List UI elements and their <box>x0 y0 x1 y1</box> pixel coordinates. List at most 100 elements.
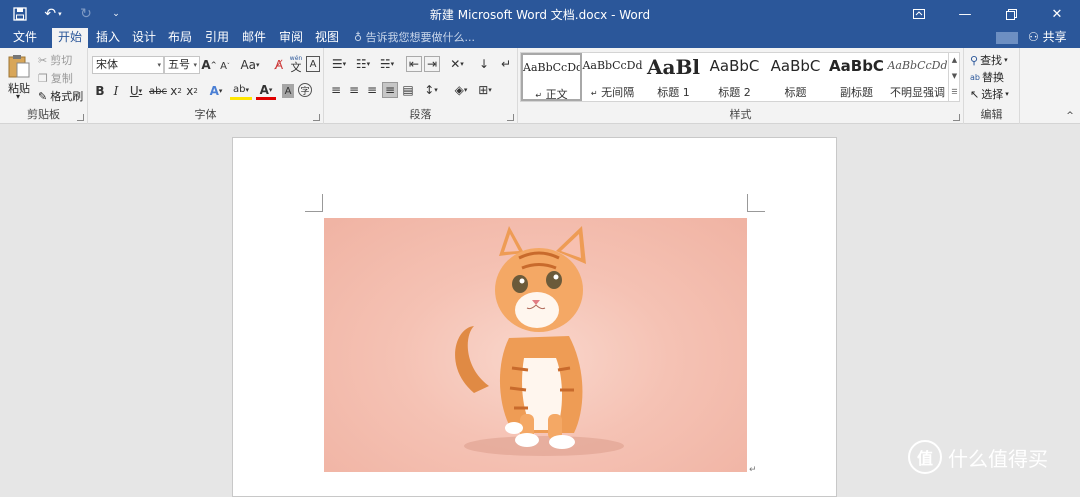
font-name-combo[interactable]: 宋体 ▾ <box>92 56 164 74</box>
editing-group-label: 编辑 <box>980 108 1003 121</box>
style-heading-2[interactable]: AaBbC 标题 2 <box>704 53 765 101</box>
style-name: 标题 1 <box>657 86 690 99</box>
enclose-characters-icon[interactable]: 字 <box>298 83 312 97</box>
change-case-label: Aa <box>240 58 257 72</box>
highlight-icon[interactable]: ab ▾ <box>230 82 252 100</box>
inline-picture[interactable] <box>324 218 747 472</box>
paste-dropdown-icon[interactable]: ▾ <box>16 92 20 101</box>
align-right-icon[interactable]: ≡ <box>364 82 380 98</box>
clipboard-launcher-icon[interactable] <box>77 114 84 121</box>
phonetic-guide-icon[interactable]: wén 文 <box>288 52 304 74</box>
character-shading-icon[interactable]: A <box>282 84 294 98</box>
para-mark: ↵ <box>590 89 598 98</box>
style-normal[interactable]: AaBbCcDd ↵ 正文 <box>521 53 582 101</box>
document-page[interactable]: ↵ <box>232 137 837 497</box>
style-name-wrap: ↵ 无间隔 <box>582 84 643 100</box>
chevron-down-icon[interactable]: ▾ <box>193 57 197 73</box>
tab-references[interactable]: 引用 <box>199 28 235 48</box>
format-painter-label: 格式刷 <box>50 90 84 103</box>
italic-icon[interactable]: I <box>110 82 122 100</box>
character-border-icon[interactable]: A <box>306 56 320 72</box>
account-avatar[interactable] <box>996 32 1018 44</box>
minimize-icon[interactable]: — <box>942 0 988 28</box>
shading-icon[interactable]: ◈ ▾ <box>450 82 472 98</box>
styles-group-label: 样式 <box>729 108 752 121</box>
show-formatting-marks-icon[interactable]: ↵ <box>498 56 514 72</box>
numbering-icon[interactable]: ☷ ▾ <box>352 56 374 72</box>
collapse-ribbon-icon[interactable]: ^ <box>1064 110 1076 122</box>
clear-formatting-icon[interactable]: A̸ <box>272 56 286 74</box>
distributed-icon[interactable]: ▤ <box>400 82 416 98</box>
watermark-logo: 值 <box>908 440 942 474</box>
magnifier-icon: ⚲ <box>970 53 979 67</box>
gallery-more-icon[interactable]: ☰ <box>949 84 960 100</box>
tab-design[interactable]: 设计 <box>126 28 162 48</box>
increase-indent-icon[interactable]: ⇥ <box>424 56 440 72</box>
tab-home[interactable]: 开始 <box>52 28 88 48</box>
restore-icon[interactable] <box>988 0 1034 28</box>
style-heading-1[interactable]: AaBl 标题 1 <box>643 53 704 101</box>
gallery-up-icon[interactable]: ▲ <box>949 52 960 68</box>
font-launcher-icon[interactable] <box>313 114 320 121</box>
style-subtle-emphasis[interactable]: AaBbCcDd 不明显强调 <box>887 53 948 101</box>
select-button[interactable]: ↖ 选择 ▾ <box>970 86 1009 102</box>
justify-icon[interactable]: ≡ <box>382 82 398 98</box>
tab-review[interactable]: 审阅 <box>273 28 309 48</box>
tab-file[interactable]: 文件 <box>4 28 46 48</box>
font-size-combo[interactable]: 五号 ▾ <box>164 56 200 74</box>
paste-icon[interactable] <box>6 52 32 80</box>
ribbon-tab-bar: 文件 开始 插入 设计 布局 引用 邮件 审阅 视图 ♁ 告诉我您想要做什么..… <box>0 28 1080 48</box>
tell-me-box[interactable]: ♁ 告诉我您想要做什么... <box>354 28 475 48</box>
paragraph-group: ☰ ▾ ☷ ▾ ☵ ▾ ⇤ ⇥ ✕ ▾ ↓ ↵ ≡ ≡ ≡ ≡ ▤ ↕ ▾ ◈ ▾ ⊞ ▾ 段… <box>324 48 518 124</box>
editing-group: ⚲ 查找 ▾ ab 替换 ↖ 选择 ▾ 编辑 <box>964 48 1020 124</box>
line-spacing-icon[interactable]: ↕ ▾ <box>420 82 442 98</box>
grow-font-icon[interactable]: A ^ <box>201 56 216 74</box>
tab-mailings[interactable]: 邮件 <box>236 28 272 48</box>
font-color-icon[interactable]: A ▾ <box>256 82 276 100</box>
style-no-spacing[interactable]: AaBbCcDd ↵ 无间隔 <box>582 53 643 101</box>
superscript-icon[interactable]: x2 <box>186 82 198 100</box>
borders-icon[interactable]: ⊞ ▾ <box>474 82 496 98</box>
style-subtitle[interactable]: AaBbC 副标题 <box>826 53 887 101</box>
copy-button[interactable]: ❐ 复制 <box>38 70 73 86</box>
ribbon-display-options-icon[interactable] <box>896 0 942 28</box>
decrease-indent-icon[interactable]: ⇤ <box>406 56 422 72</box>
find-button[interactable]: ⚲ 查找 ▾ <box>970 52 1008 68</box>
text-effects-icon[interactable]: A ▾ <box>206 82 226 100</box>
styles-launcher-icon[interactable] <box>953 114 960 121</box>
align-left-icon[interactable]: ≡ <box>328 82 344 98</box>
cut-button[interactable]: ✂ 剪切 <box>38 52 72 68</box>
style-preview: AaBbCcDd <box>523 61 580 74</box>
tab-view[interactable]: 视图 <box>309 28 345 48</box>
styles-gallery-scroll[interactable]: ▲ ▼ ☰ <box>948 52 960 102</box>
subscript-icon[interactable]: x2 <box>170 82 182 100</box>
style-preview: AaBl <box>647 55 700 79</box>
format-painter-button[interactable]: ✎ 格式刷 <box>38 88 83 104</box>
margin-corner-top-right <box>747 194 765 212</box>
cursor-icon: ↖ <box>970 87 980 101</box>
replace-button[interactable]: ab 替换 <box>970 69 1004 85</box>
shrink-font-icon[interactable]: Aˇ <box>218 57 232 75</box>
underline-icon[interactable]: U ▾ <box>126 82 146 100</box>
sort-icon[interactable]: ↓ <box>476 56 492 72</box>
paragraph-group-label: 段落 <box>409 108 432 121</box>
close-icon[interactable]: ✕ <box>1034 0 1080 28</box>
gallery-down-icon[interactable]: ▼ <box>949 68 960 84</box>
bullets-icon[interactable]: ☰ ▾ <box>328 56 350 72</box>
change-case-button[interactable]: Aa ▾ <box>238 56 262 74</box>
chinese-layout-icon[interactable]: ✕ ▾ <box>446 56 468 72</box>
font-group-label: 字体 <box>194 108 217 121</box>
bold-icon[interactable]: B <box>94 82 106 100</box>
paintbrush-icon: ✎ <box>38 89 48 103</box>
strikethrough-icon[interactable]: abc <box>149 82 167 100</box>
font-size-value: 五号 <box>168 58 190 71</box>
multilevel-list-icon[interactable]: ☵ ▾ <box>376 56 398 72</box>
align-center-icon[interactable]: ≡ <box>346 82 362 98</box>
share-button[interactable]: ⚇ 共享 <box>1028 28 1067 47</box>
tab-insert[interactable]: 插入 <box>90 28 126 48</box>
style-title[interactable]: AaBbC 标题 <box>765 53 826 101</box>
chevron-down-icon[interactable]: ▾ <box>157 57 161 73</box>
style-preview: AaBbCcDd <box>887 59 948 72</box>
paragraph-launcher-icon[interactable] <box>507 114 514 121</box>
tab-layout[interactable]: 布局 <box>162 28 198 48</box>
